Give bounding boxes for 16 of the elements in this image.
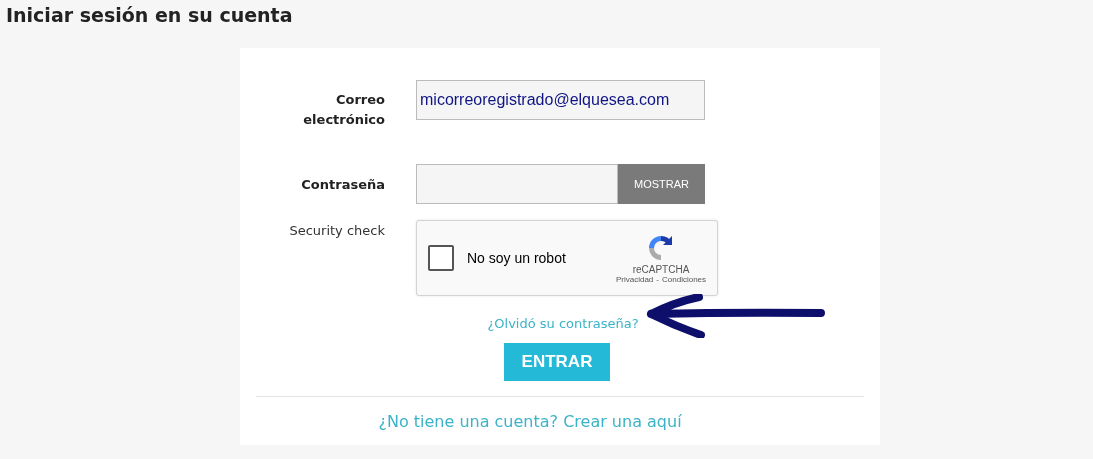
email-field[interactable]: micorreoregistrado@elquesea.com [416, 80, 705, 120]
captcha-brand: reCAPTCHA [632, 264, 690, 275]
field-label: Security check [288, 223, 385, 238]
password-field[interactable] [416, 164, 618, 204]
field-label: Contraseña [300, 176, 385, 192]
show-password-button[interactable]: MOSTRAR [618, 164, 705, 204]
page-title: Iniciar sesión en su cuenta [5, 3, 294, 28]
captcha-checkbox[interactable] [428, 245, 454, 271]
privacy-link[interactable]: Privacidad [615, 275, 654, 284]
captcha-label: No soy un robot [467, 250, 567, 266]
submit-button[interactable]: ENTRAR [504, 343, 610, 381]
terms-link[interactable]: Condiciones [662, 275, 707, 284]
link-separator: - [656, 275, 659, 284]
register-link[interactable]: ¿No tiene una cuenta? Crear una aquí [378, 412, 682, 431]
field-label: Correo electrónico [302, 91, 385, 129]
forgot-password-link[interactable]: ¿Olvidó su contraseña? [487, 316, 639, 331]
